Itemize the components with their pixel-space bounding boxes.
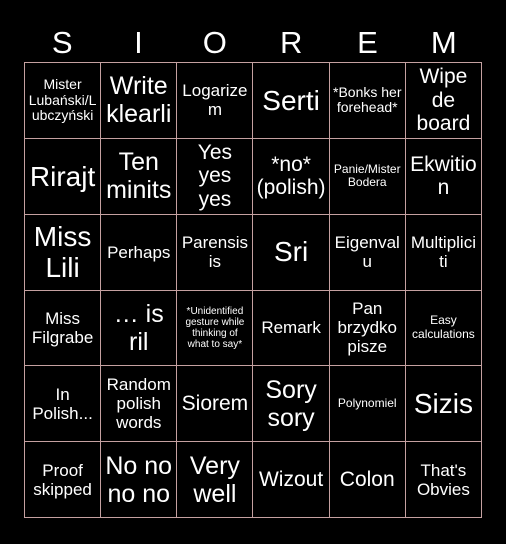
bingo-cell-label: Yes yes yes: [197, 140, 233, 211]
bingo-header-letter-1: S: [51, 24, 73, 60]
bingo-cell-r5c6[interactable]: Sizis: [405, 366, 482, 443]
bingo-cell-label: Ekwition: [410, 152, 477, 200]
bingo-cell-label: Miss Lili: [33, 220, 92, 284]
bingo-cell-r1c3[interactable]: Logarizem: [177, 63, 254, 139]
bingo-cell-label: … is ril: [113, 299, 164, 356]
bingo-cell-r2c4[interactable]: *no* (polish): [253, 138, 330, 215]
bingo-cell-label: Mister Lubański/Lubczyński: [28, 75, 97, 124]
bingo-cell-r5c5[interactable]: Polynomiel: [329, 366, 406, 443]
bingo-cell-label: Rirajt: [29, 160, 96, 192]
bingo-cell-label: Miss Filgrabe: [31, 308, 94, 347]
bingo-header-letter-4: R: [279, 24, 303, 60]
bingo-cell-r2c5[interactable]: Panie/Mister Bodera: [329, 138, 406, 215]
bingo-cell-label: Easy calculations: [412, 313, 475, 341]
bingo-cell-r3c5[interactable]: Eigenvalu: [329, 214, 406, 291]
bingo-cell-label: Proof skipped: [33, 460, 92, 499]
bingo-cell-label: Wizout: [258, 467, 324, 491]
bingo-cell-label: Parensisis: [181, 233, 248, 272]
bingo-cell-label: *Unidentified gesture while thinking of …: [185, 305, 245, 351]
bingo-card: S I O R E M Mister Lubański/Lubczyński Write k…: [0, 0, 506, 544]
bingo-cell-r4c6[interactable]: Easy calculations: [405, 290, 482, 367]
bingo-cell-r4c1[interactable]: Miss Filgrabe: [25, 290, 102, 367]
bingo-cell-label: Write klearli: [106, 72, 172, 129]
bingo-cell-label: Polynomiel: [337, 396, 397, 411]
bingo-cell-label: Multipliciti: [410, 233, 476, 272]
bingo-cell-r1c6[interactable]: Wipe de board: [405, 63, 482, 139]
bingo-cell-r2c1[interactable]: Rirajt: [25, 138, 102, 215]
bingo-cell-label: That's Obvies: [416, 460, 470, 499]
bingo-header-row: SIOREM: [24, 22, 482, 62]
bingo-cell-label: Logarizem: [182, 81, 248, 120]
bingo-cell-r2c2[interactable]: Ten minits: [101, 138, 178, 215]
bingo-cell-r2c6[interactable]: Ekwition: [405, 138, 482, 215]
bingo-cell-r6c3[interactable]: Very well: [177, 442, 254, 518]
bingo-cell-r1c2[interactable]: Write klearli: [101, 63, 178, 139]
bingo-cell-r6c5[interactable]: Colon: [329, 442, 406, 518]
bingo-grid: Mister Lubański/Lubczyński Write klearli L…: [24, 62, 482, 518]
bingo-cell-label: Pan brzydko pisze: [337, 299, 397, 357]
bingo-cell-r5c3[interactable]: Siorem: [177, 366, 254, 443]
bingo-cell-r5c2[interactable]: Random polish words: [101, 366, 178, 443]
bingo-cell-r3c1[interactable]: Miss Lili: [25, 214, 102, 291]
bingo-cell-label: Sri: [273, 236, 309, 268]
bingo-cell-label: Wipe de board: [416, 65, 471, 136]
bingo-cell-r4c4[interactable]: Remark: [253, 290, 330, 367]
bingo-cell-r6c6[interactable]: That's Obvies: [405, 442, 482, 518]
bingo-cell-label: In Polish...: [32, 384, 93, 423]
bingo-cell-label: Sory sory: [265, 375, 317, 432]
bingo-cell-r4c2[interactable]: … is ril: [101, 290, 178, 367]
bingo-cell-r2c3[interactable]: Yes yes yes: [177, 138, 254, 215]
bingo-cell-label: Panie/Mister Bodera: [333, 161, 401, 190]
bingo-cell-label: No no no no: [105, 451, 173, 508]
bingo-cell-label: Ten minits: [106, 148, 172, 205]
bingo-cell-label: Sizis: [413, 388, 473, 420]
bingo-cell-label: Eigenvalu: [334, 233, 400, 272]
bingo-cell-r3c4[interactable]: Sri: [253, 214, 330, 291]
bingo-header-letter-2: I: [134, 24, 143, 60]
bingo-cell-label: Colon: [339, 467, 395, 491]
bingo-cell-r4c3[interactable]: *Unidentified gesture while thinking of …: [177, 290, 254, 367]
bingo-cell-r3c3[interactable]: Parensisis: [177, 214, 254, 291]
bingo-cell-r3c6[interactable]: Multipliciti: [405, 214, 482, 291]
bingo-header-letter-6: M: [430, 24, 457, 60]
bingo-cell-r3c2[interactable]: Perhaps: [101, 214, 178, 291]
bingo-cell-label: *no* (polish): [256, 152, 326, 200]
bingo-cell-label: Siorem: [181, 391, 249, 415]
bingo-cell-label: Random polish words: [106, 375, 171, 433]
bingo-header-letter-5: E: [357, 24, 378, 60]
bingo-header-letter-3: O: [202, 24, 227, 60]
bingo-cell-r5c1[interactable]: In Polish...: [25, 366, 102, 443]
bingo-cell-r1c1[interactable]: Mister Lubański/Lubczyński: [25, 63, 102, 139]
bingo-cell-r6c4[interactable]: Wizout: [253, 442, 330, 518]
bingo-cell-r5c4[interactable]: Sory sory: [253, 366, 330, 443]
bingo-cell-label: Serti: [262, 84, 320, 116]
bingo-cell-label: Perhaps: [107, 242, 171, 262]
bingo-cell-r6c1[interactable]: Proof skipped: [25, 442, 102, 518]
bingo-cell-label: *Bonks her forehead*: [333, 83, 402, 116]
bingo-cell-label: Very well: [189, 451, 240, 508]
bingo-cell-label: Remark: [261, 318, 321, 338]
bingo-cell-r4c5[interactable]: Pan brzydko pisze: [329, 290, 406, 367]
bingo-cell-r1c5[interactable]: *Bonks her forehead*: [329, 63, 406, 139]
bingo-cell-r6c2[interactable]: No no no no: [101, 442, 178, 518]
bingo-cell-r1c4[interactable]: Serti: [253, 63, 330, 139]
